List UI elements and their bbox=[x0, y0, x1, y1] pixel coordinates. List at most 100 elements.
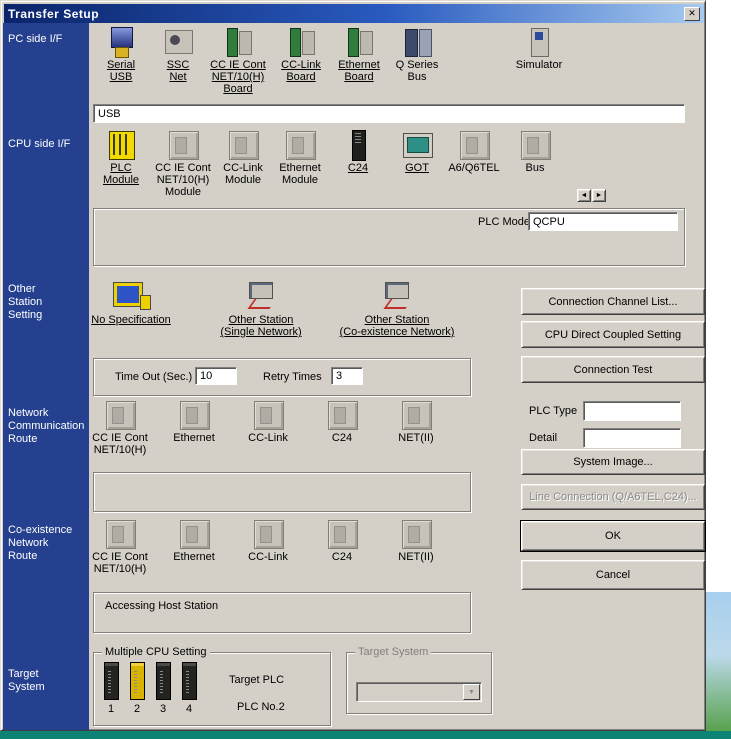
cpu-if-got[interactable]: GOT bbox=[393, 130, 441, 174]
cpu-if-ethernet-module[interactable]: Ethernet Module bbox=[271, 130, 329, 186]
target-system-dropdown: ▼ bbox=[356, 682, 482, 702]
scroll-right-button[interactable]: ► bbox=[592, 189, 606, 202]
item-label: C24 bbox=[332, 432, 352, 444]
item-label: CC-Link Board bbox=[281, 59, 321, 83]
item-label: SSC Net bbox=[167, 59, 190, 83]
cpu-number-1: 1 bbox=[103, 703, 119, 715]
plc-type-label: PLC Type bbox=[529, 405, 577, 417]
arrow-left-icon: ◄ bbox=[581, 192, 588, 199]
other-station-single-network[interactable]: Other Station (Single Network) bbox=[205, 282, 317, 338]
retry-times-field[interactable] bbox=[331, 367, 363, 385]
network-board-icon bbox=[339, 27, 379, 57]
net-route-cc-link[interactable]: CC-Link bbox=[239, 400, 297, 444]
connection-channel-list-button[interactable]: Connection Channel List... bbox=[521, 288, 705, 315]
module-icon bbox=[163, 130, 203, 160]
item-label: CC IE Cont NET/10(H) bbox=[92, 432, 148, 456]
item-label: Ethernet Module bbox=[279, 162, 321, 186]
line-connection-button: Line Connection (Q/A6TEL,C24)... bbox=[521, 484, 705, 510]
pc-if-q-series-bus[interactable]: Q Series Bus bbox=[389, 27, 445, 83]
item-label: Bus bbox=[526, 162, 545, 174]
item-label: C24 bbox=[332, 551, 352, 563]
simulator-icon bbox=[519, 27, 559, 57]
coex-route-cc-link[interactable]: CC-Link bbox=[239, 519, 297, 563]
cpu-number-4: 4 bbox=[181, 703, 197, 715]
no-specification-icon bbox=[111, 282, 151, 312]
cpu-if-plc-module[interactable]: PLC Module bbox=[93, 130, 149, 186]
ok-button[interactable]: OK bbox=[521, 521, 705, 551]
detail-field bbox=[583, 428, 681, 448]
item-label: Q Series Bus bbox=[396, 59, 439, 83]
module-icon bbox=[100, 519, 140, 549]
system-image-button[interactable]: System Image... bbox=[521, 449, 705, 475]
target-plc-label: Target PLC bbox=[229, 674, 284, 686]
target-system-title: Target System bbox=[355, 646, 431, 658]
network-route-infobox bbox=[93, 472, 471, 512]
pc-if-serial-usb[interactable]: Serial USB bbox=[93, 27, 149, 83]
coex-route-net2[interactable]: NET(II) bbox=[387, 519, 445, 563]
ssc-net-icon bbox=[158, 27, 198, 57]
net-route-c24[interactable]: C24 bbox=[313, 400, 371, 444]
other-station-coexistence-network[interactable]: Other Station (Co-existence Network) bbox=[335, 282, 459, 338]
cpu-number-3: 3 bbox=[155, 703, 171, 715]
retry-times-label: Retry Times bbox=[263, 371, 322, 383]
cpu-if-a6-q6tel[interactable]: A6/Q6TEL bbox=[443, 130, 505, 174]
close-icon: ✕ bbox=[688, 8, 696, 18]
category-sidebar: PC side I/F CPU side I/F Other Station S… bbox=[3, 23, 89, 730]
time-out-label: Time Out (Sec.) bbox=[115, 371, 192, 383]
pc-interface-value-field[interactable] bbox=[93, 104, 685, 123]
label-target-system: Target System bbox=[8, 668, 45, 694]
pc-if-ssc-net[interactable]: SSC Net bbox=[153, 27, 203, 83]
titlebar[interactable]: Transfer Setup ✕ bbox=[4, 4, 704, 23]
time-out-field[interactable] bbox=[195, 367, 237, 385]
cpu-module-1-icon[interactable] bbox=[103, 662, 119, 700]
pc-if-cc-link-board[interactable]: CC-Link Board bbox=[273, 27, 329, 83]
cpu-module-2-icon[interactable] bbox=[129, 662, 145, 700]
cpu-module-3-icon[interactable] bbox=[155, 662, 171, 700]
net-route-cc-ie-cont[interactable]: CC IE Cont NET/10(H) bbox=[91, 400, 149, 456]
module-icon bbox=[454, 130, 494, 160]
module-icon bbox=[322, 519, 362, 549]
pc-if-ethernet-board[interactable]: Ethernet Board bbox=[331, 27, 387, 83]
item-label: CC IE Cont NET/10(H) bbox=[92, 551, 148, 575]
host-station-infobox bbox=[93, 592, 471, 633]
cpu-if-cc-link-module[interactable]: CC-Link Module bbox=[217, 130, 269, 186]
other-station-no-specification[interactable]: No Specification bbox=[85, 282, 177, 326]
plc-type-field bbox=[583, 401, 681, 421]
item-label: Serial USB bbox=[107, 59, 135, 83]
got-icon bbox=[397, 130, 437, 160]
net-route-ethernet[interactable]: Ethernet bbox=[165, 400, 223, 444]
detail-label: Detail bbox=[529, 432, 557, 444]
label-cpu-side-if: CPU side I/F bbox=[8, 138, 70, 151]
cpu-if-bus[interactable]: Bus bbox=[509, 130, 561, 174]
plc-mode-field[interactable] bbox=[528, 212, 678, 231]
desktop-background bbox=[706, 592, 731, 731]
background-window-strip bbox=[706, 0, 731, 592]
item-label: NET(II) bbox=[398, 432, 433, 444]
item-label: PLC Module bbox=[103, 162, 139, 186]
cpu-if-c24[interactable]: C24 bbox=[333, 130, 383, 174]
scroll-left-button[interactable]: ◄ bbox=[577, 189, 591, 202]
item-label: Ethernet bbox=[173, 551, 215, 563]
pc-if-simulator[interactable]: Simulator bbox=[509, 27, 569, 71]
close-button[interactable]: ✕ bbox=[684, 7, 700, 21]
net-route-net2[interactable]: NET(II) bbox=[387, 400, 445, 444]
label-coexistence-network-route: Co-existence Network Route bbox=[8, 524, 72, 563]
item-label: Simulator bbox=[516, 59, 562, 71]
coex-route-ethernet[interactable]: Ethernet bbox=[165, 519, 223, 563]
module-icon bbox=[174, 519, 214, 549]
item-label: NET(II) bbox=[398, 551, 433, 563]
pc-if-cc-ie-cont-board[interactable]: CC IE Cont NET/10(H) Board bbox=[205, 27, 271, 95]
module-icon bbox=[280, 130, 320, 160]
cpu-direct-coupled-setting-button[interactable]: CPU Direct Coupled Setting bbox=[521, 321, 705, 348]
coex-route-c24[interactable]: C24 bbox=[313, 519, 371, 563]
transfer-setup-dialog: Transfer Setup ✕ PC side I/F CPU side I/… bbox=[0, 0, 706, 731]
item-label: Ethernet Board bbox=[338, 59, 380, 83]
module-icon bbox=[174, 400, 214, 430]
cancel-button[interactable]: Cancel bbox=[521, 560, 705, 590]
chevron-down-icon: ▼ bbox=[468, 689, 475, 696]
cpu-if-cc-ie-cont-module[interactable]: CC IE Cont NET/10(H) Module bbox=[151, 130, 215, 198]
connection-test-button[interactable]: Connection Test bbox=[521, 356, 705, 383]
cpu-module-4-icon[interactable] bbox=[181, 662, 197, 700]
module-icon bbox=[223, 130, 263, 160]
coex-route-cc-ie-cont[interactable]: CC IE Cont NET/10(H) bbox=[91, 519, 149, 575]
